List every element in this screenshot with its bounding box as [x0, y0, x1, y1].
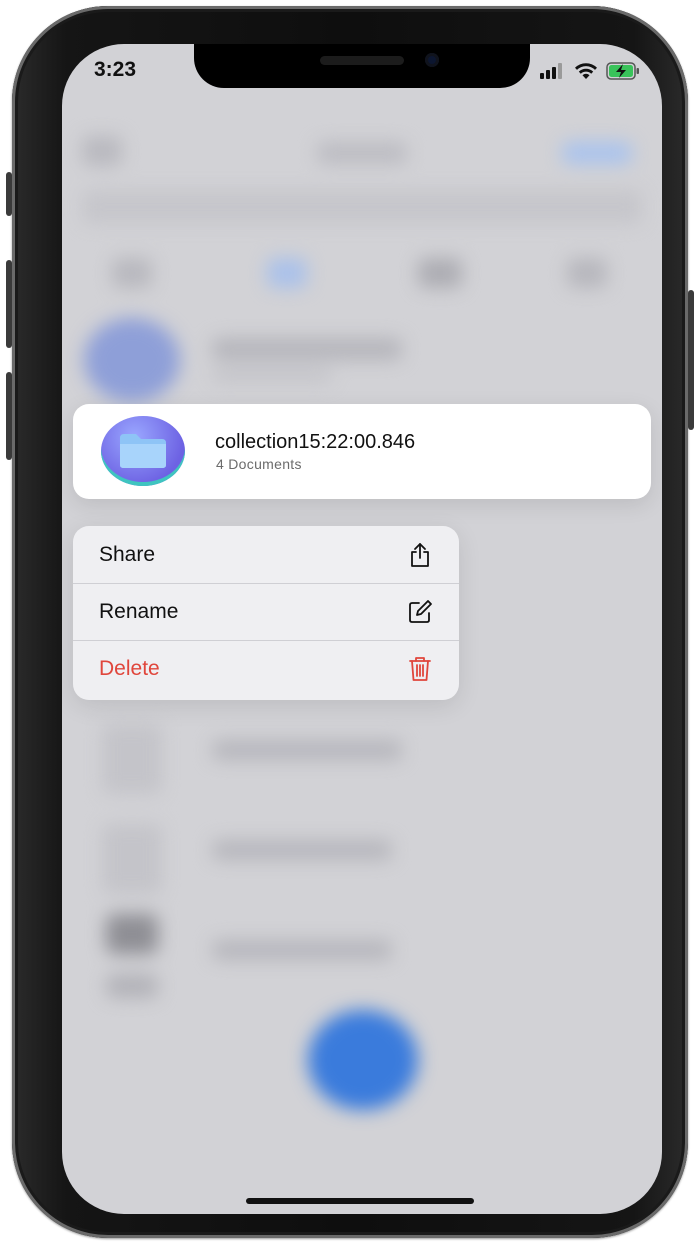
document-count: 4 Documents — [216, 456, 302, 472]
delete-menu-item[interactable]: Delete — [73, 640, 459, 697]
rename-label: Rename — [99, 600, 179, 623]
notch — [194, 44, 530, 88]
status-time: 3:23 — [94, 58, 137, 81]
rename-menu-item[interactable]: Rename — [73, 583, 459, 640]
power-button — [688, 290, 694, 430]
collection-preview-card[interactable]: collection15:22:00.846 4 Documents — [73, 404, 651, 499]
speaker-grille — [320, 56, 404, 65]
wifi-icon — [574, 62, 598, 85]
collection-title: collection15:22:00.846 — [215, 431, 416, 453]
silent-switch — [6, 172, 12, 216]
volume-up-button — [6, 260, 12, 348]
home-indicator[interactable] — [246, 1198, 474, 1204]
status-icons — [540, 62, 640, 85]
edit-icon — [407, 599, 433, 625]
delete-label: Delete — [99, 657, 160, 680]
trash-icon — [407, 656, 433, 682]
share-menu-item[interactable]: Share — [73, 526, 459, 583]
collection-avatar — [101, 416, 185, 486]
battery-charging-icon — [606, 62, 640, 85]
phone-frame: 3:23 collection15:22:00.846 4 Documents … — [6, 6, 694, 1238]
cellular-signal-icon — [540, 63, 566, 84]
screen: 3:23 collection15:22:00.846 4 Documents … — [62, 44, 662, 1214]
share-label: Share — [99, 542, 156, 566]
context-menu: Share Rename Delete — [73, 526, 459, 700]
front-camera — [425, 53, 439, 67]
volume-down-button — [6, 372, 12, 460]
share-icon — [407, 542, 433, 568]
